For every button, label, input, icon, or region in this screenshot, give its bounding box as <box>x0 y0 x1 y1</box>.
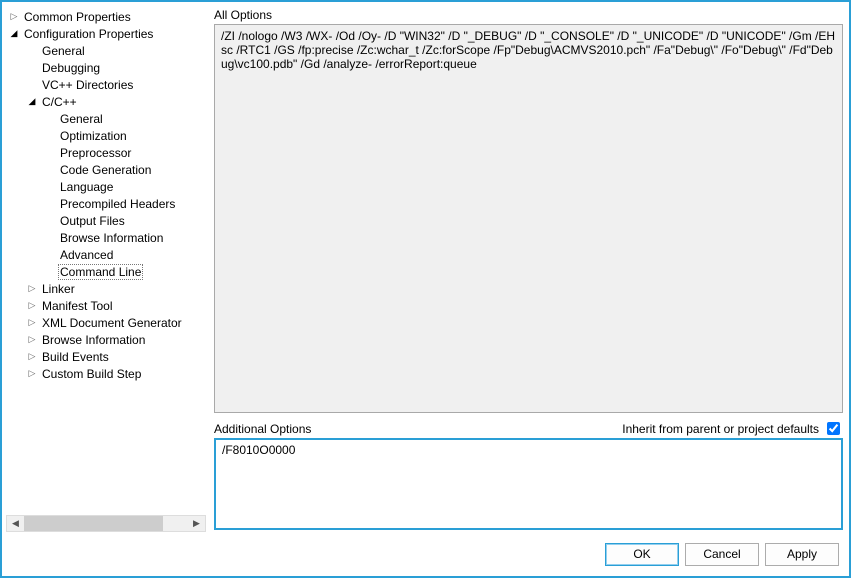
tree-label: Advanced <box>58 248 115 262</box>
tree-xml-document-generator[interactable]: ▷ XML Document Generator <box>6 314 206 331</box>
tree-cc-language[interactable]: Language <box>6 178 206 195</box>
tree-linker[interactable]: ▷ Linker <box>6 280 206 297</box>
all-options-label: All Options <box>214 6 843 24</box>
expander-icon[interactable]: ▷ <box>26 317 38 328</box>
tree-label: Code Generation <box>58 163 153 177</box>
tree-label: C/C++ <box>40 95 79 109</box>
scroll-right-icon[interactable]: ▶ <box>188 516 205 531</box>
tree-label: Language <box>58 180 115 194</box>
scroll-thumb[interactable] <box>24 516 163 531</box>
expander-icon[interactable]: ▷ <box>26 283 38 294</box>
tree-panel: ▷ Common Properties ◢ Configuration Prop… <box>6 6 206 532</box>
tree-label: Browse Information <box>58 231 165 245</box>
tree-label: General <box>58 112 105 126</box>
tree-label: Optimization <box>58 129 129 143</box>
additional-options-input[interactable]: /F8010O0000 <box>214 438 843 530</box>
cancel-button[interactable]: Cancel <box>685 543 759 566</box>
tree-build-events[interactable]: ▷ Build Events <box>6 348 206 365</box>
expander-icon[interactable]: ▷ <box>26 334 38 345</box>
tree-label: Custom Build Step <box>40 367 143 381</box>
tree-custom-build-step[interactable]: ▷ Custom Build Step <box>6 365 206 382</box>
tree-cc-output-files[interactable]: Output Files <box>6 212 206 229</box>
tree-label: Precompiled Headers <box>58 197 177 211</box>
tree-label: Build Events <box>40 350 111 364</box>
tree-cc-command-line[interactable]: Command Line <box>6 263 206 280</box>
tree-label: Configuration Properties <box>22 27 155 41</box>
expander-icon[interactable]: ▷ <box>8 11 20 22</box>
tree-c-cpp[interactable]: ◢ C/C++ <box>6 93 206 110</box>
main-area: ▷ Common Properties ◢ Configuration Prop… <box>2 2 849 532</box>
tree-cc-advanced[interactable]: Advanced <box>6 246 206 263</box>
tree-label: Linker <box>40 282 77 296</box>
tree-label: XML Document Generator <box>40 316 184 330</box>
tree-manifest-tool[interactable]: ▷ Manifest Tool <box>6 297 206 314</box>
expander-icon[interactable]: ▷ <box>26 300 38 311</box>
all-options-box: /ZI /nologo /W3 /WX- /Od /Oy- /D "WIN32"… <box>214 24 843 413</box>
inherit-defaults-label[interactable]: Inherit from parent or project defaults <box>622 419 843 438</box>
expander-icon[interactable]: ▷ <box>26 351 38 362</box>
tree-label: Command Line <box>58 264 143 280</box>
tree-label: Browse Information <box>40 333 147 347</box>
tree-browse-information[interactable]: ▷ Browse Information <box>6 331 206 348</box>
dialog-button-row: OK Cancel Apply <box>2 532 849 576</box>
tree-general[interactable]: General <box>6 42 206 59</box>
tree-horizontal-scrollbar[interactable]: ◀ ▶ <box>6 515 206 532</box>
tree-cc-preprocessor[interactable]: Preprocessor <box>6 144 206 161</box>
inherit-defaults-checkbox[interactable] <box>827 422 840 435</box>
tree-cc-browse-information[interactable]: Browse Information <box>6 229 206 246</box>
expander-icon[interactable]: ▷ <box>26 368 38 379</box>
tree-debugging[interactable]: Debugging <box>6 59 206 76</box>
scroll-track[interactable] <box>24 516 188 531</box>
inherit-defaults-text: Inherit from parent or project defaults <box>622 422 819 436</box>
tree-label: Debugging <box>40 61 102 75</box>
property-pages-window: ▷ Common Properties ◢ Configuration Prop… <box>0 0 851 578</box>
tree-cc-general[interactable]: General <box>6 110 206 127</box>
tree-label: VC++ Directories <box>40 78 135 92</box>
right-panel: All Options /ZI /nologo /W3 /WX- /Od /Oy… <box>214 6 843 532</box>
ok-button[interactable]: OK <box>605 543 679 566</box>
scroll-left-icon[interactable]: ◀ <box>7 516 24 531</box>
tree-label: Preprocessor <box>58 146 133 160</box>
additional-options-label: Additional Options <box>214 420 311 438</box>
configuration-tree[interactable]: ▷ Common Properties ◢ Configuration Prop… <box>6 6 206 515</box>
tree-label: Output Files <box>58 214 127 228</box>
tree-label: Manifest Tool <box>40 299 114 313</box>
apply-button[interactable]: Apply <box>765 543 839 566</box>
tree-cc-optimization[interactable]: Optimization <box>6 127 206 144</box>
tree-configuration-properties[interactable]: ◢ Configuration Properties <box>6 25 206 42</box>
tree-cc-code-generation[interactable]: Code Generation <box>6 161 206 178</box>
tree-label: Common Properties <box>22 10 133 24</box>
tree-common-properties[interactable]: ▷ Common Properties <box>6 8 206 25</box>
tree-vc-directories[interactable]: VC++ Directories <box>6 76 206 93</box>
expander-icon[interactable]: ◢ <box>8 28 20 39</box>
tree-cc-precompiled-headers[interactable]: Precompiled Headers <box>6 195 206 212</box>
expander-icon[interactable]: ◢ <box>26 96 38 107</box>
tree-label: General <box>40 44 87 58</box>
